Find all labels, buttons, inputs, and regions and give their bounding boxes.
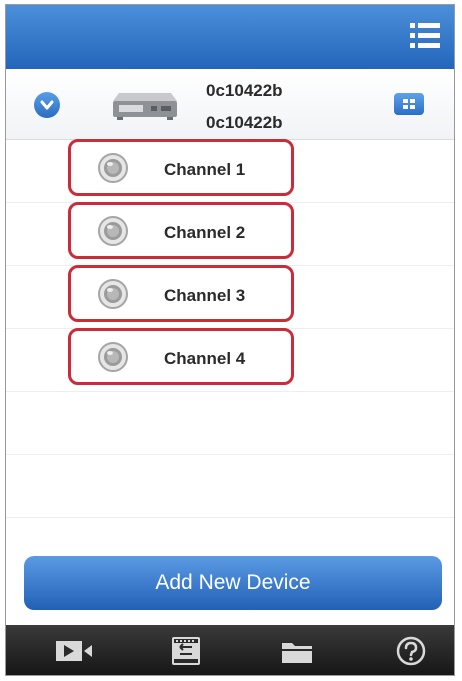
list-item: Channel 1: [6, 139, 454, 203]
video-camera-icon[interactable]: [50, 635, 100, 667]
dvr-recorder-icon: [111, 89, 179, 121]
bottom-tab-bar: [6, 625, 454, 675]
list-menu-icon[interactable]: [408, 19, 442, 53]
device-id: 0c10422b: [206, 113, 283, 132]
camera-lens-icon: [97, 341, 129, 373]
channel-item-3[interactable]: Channel 3: [68, 265, 294, 322]
help-icon[interactable]: [386, 635, 436, 667]
channel-item-4[interactable]: Channel 4: [68, 328, 294, 385]
grid-view-icon[interactable]: [394, 93, 424, 115]
camera-lens-icon: [97, 152, 129, 184]
top-bar: [6, 5, 454, 69]
channel-label: Channel 2: [164, 223, 246, 242]
list-item: Channel 4: [6, 328, 454, 392]
playback-icon[interactable]: [161, 635, 211, 667]
empty-row: [6, 454, 454, 518]
app-screen: 0c10422b 0c10422b Channel 1 Channel 2 Ch…: [5, 4, 455, 676]
camera-lens-icon: [97, 215, 129, 247]
chevron-down-icon[interactable]: [34, 92, 60, 118]
channel-label: Channel 3: [164, 286, 246, 305]
device-name: 0c10422b: [206, 81, 283, 100]
list-item: Channel 3: [6, 265, 454, 329]
empty-row: [6, 391, 454, 455]
channel-label: Channel 4: [164, 349, 246, 368]
camera-lens-icon: [97, 278, 129, 310]
add-new-device-button[interactable]: Add New Device: [24, 556, 442, 610]
folder-icon[interactable]: [272, 635, 322, 667]
channel-label: Channel 1: [164, 160, 246, 179]
device-row[interactable]: 0c10422b 0c10422b: [6, 69, 454, 140]
list-item: Channel 2: [6, 202, 454, 266]
channel-item-1[interactable]: Channel 1: [68, 139, 294, 196]
channel-item-2[interactable]: Channel 2: [68, 202, 294, 259]
